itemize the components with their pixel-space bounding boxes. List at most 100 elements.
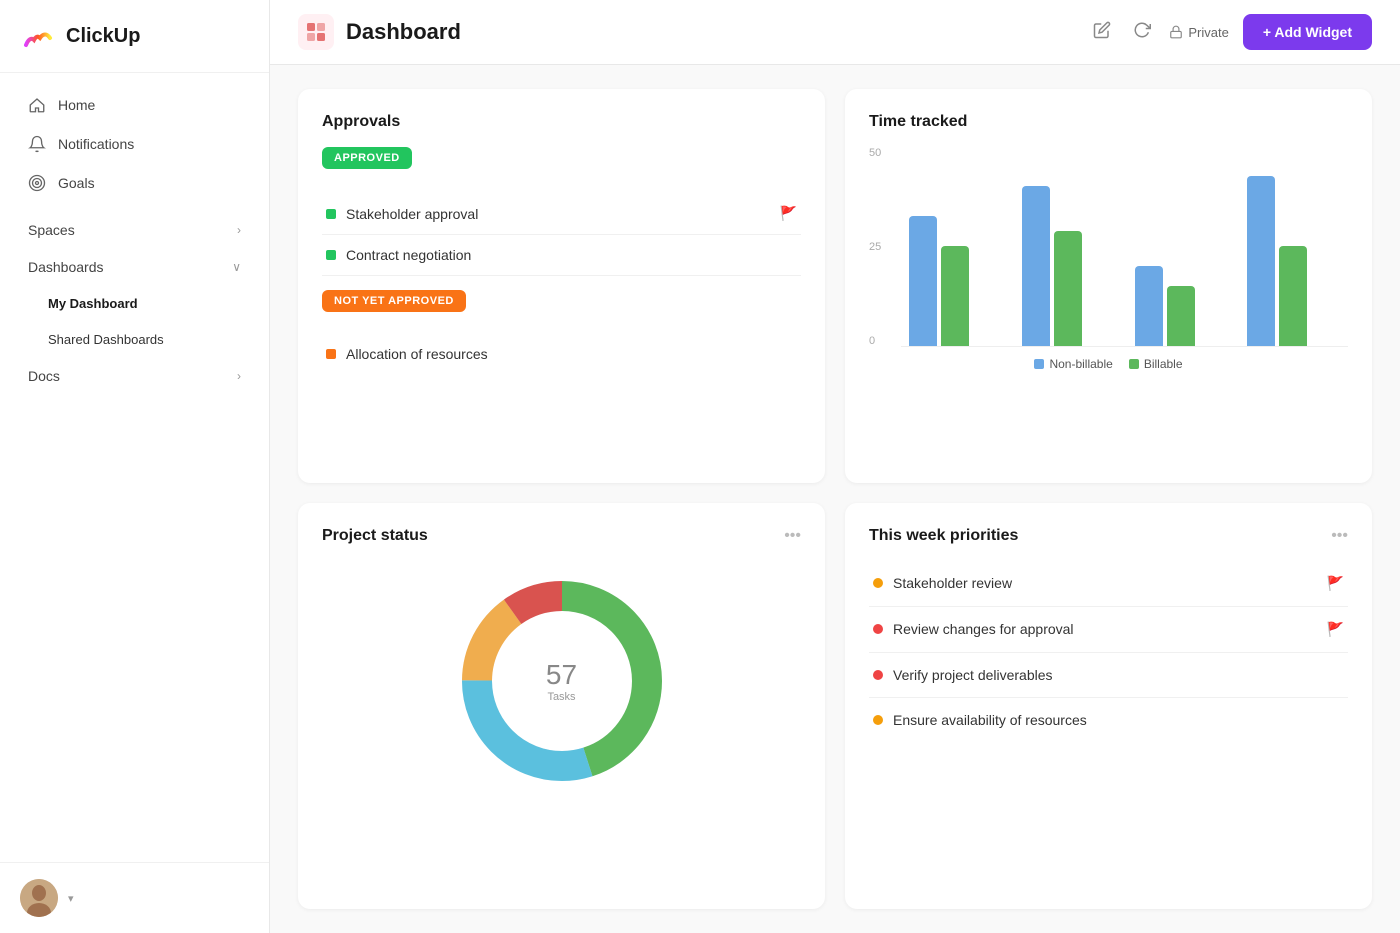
priority-label-2: Review changes for approval (893, 621, 1074, 637)
priorities-menu-button[interactable]: ••• (1331, 527, 1348, 545)
dashboard-grid-icon (305, 21, 327, 43)
sidebar-navigation: Home Notifications Goals Spaces › Dashbo… (0, 73, 269, 862)
sidebar-my-dashboard-label: My Dashboard (48, 296, 138, 311)
priority-item-stakeholder[interactable]: Stakeholder review 🚩 (869, 561, 1348, 607)
page-title: Dashboard (346, 19, 1077, 45)
logo-area: ClickUp (0, 0, 269, 73)
add-widget-button[interactable]: + Add Widget (1243, 14, 1372, 50)
private-indicator: Private (1169, 25, 1228, 40)
dashboard-icon-container (298, 14, 334, 50)
project-status-menu-button[interactable]: ••• (784, 527, 801, 545)
donut-task-count: 57 (546, 659, 577, 691)
user-avatar-image (20, 879, 58, 917)
approval-item-allocation[interactable]: Allocation of resources (322, 334, 801, 374)
bar-green-4 (1279, 246, 1307, 346)
donut-center: 57 Tasks (546, 659, 577, 703)
priority-flag-1: 🚩 (1327, 575, 1344, 592)
y-label-50: 50 (869, 147, 893, 159)
sidebar-item-dashboards[interactable]: Dashboards ∨ (8, 249, 261, 285)
bar-blue-4 (1247, 176, 1275, 346)
green-dot-icon (326, 209, 336, 219)
sidebar-item-goals[interactable]: Goals (8, 164, 261, 202)
sidebar: ClickUp Home Notifications Goals Spaces (0, 0, 270, 933)
bar-blue-1 (909, 216, 937, 346)
bar-group-1 (909, 216, 1002, 346)
legend-billable: Billable (1129, 357, 1183, 371)
home-icon (28, 96, 46, 114)
approvals-card: Approvals APPROVED Stakeholder approval … (298, 89, 825, 483)
priority-label-4: Ensure availability of resources (893, 712, 1087, 728)
y-axis: 0 25 50 (869, 147, 893, 347)
priority-dot-yellow-2 (873, 715, 883, 725)
bar-green-1 (941, 246, 969, 346)
priority-item-review-changes[interactable]: Review changes for approval 🚩 (869, 607, 1348, 653)
legend-label-billable: Billable (1144, 357, 1183, 371)
private-label: Private (1188, 25, 1228, 40)
bar-group-4 (1247, 176, 1340, 346)
chevron-down-icon: ∨ (232, 260, 241, 274)
bar-group-3 (1135, 266, 1228, 346)
dashboard-grid: Approvals APPROVED Stakeholder approval … (270, 65, 1400, 933)
approval-item-label: Stakeholder approval (346, 206, 478, 222)
not-approved-badge: NOT YET APPROVED (322, 290, 466, 312)
refresh-icon (1133, 21, 1151, 39)
pencil-button[interactable] (1089, 17, 1115, 48)
legend-label-non-billable: Non-billable (1049, 357, 1112, 371)
lock-icon (1169, 25, 1183, 39)
legend-non-billable: Non-billable (1034, 357, 1112, 371)
refresh-button[interactable] (1129, 17, 1155, 48)
sidebar-home-label: Home (58, 97, 95, 113)
priority-flag-2: 🚩 (1327, 621, 1344, 638)
sidebar-item-home[interactable]: Home (8, 86, 261, 124)
legend-dot-green (1129, 359, 1139, 369)
approval-item-label-3: Allocation of resources (346, 346, 488, 362)
priorities-title: This week priorities (869, 527, 1018, 545)
donut-wrapper: 57 Tasks (322, 561, 801, 801)
sidebar-goals-label: Goals (58, 175, 95, 191)
priority-item-availability[interactable]: Ensure availability of resources (869, 698, 1348, 742)
sidebar-item-my-dashboard[interactable]: My Dashboard (8, 286, 261, 321)
sidebar-item-docs[interactable]: Docs › (8, 358, 261, 394)
logo-text: ClickUp (66, 25, 140, 48)
priorities-card: This week priorities ••• Stakeholder rev… (845, 503, 1372, 910)
sidebar-item-notifications[interactable]: Notifications (8, 125, 261, 163)
topbar: Dashboard Private + (270, 0, 1400, 65)
bar-blue-2 (1022, 186, 1050, 346)
avatar-dropdown-icon: ▾ (68, 892, 74, 905)
project-status-title: Project status (322, 527, 428, 545)
sidebar-item-spaces[interactable]: Spaces › (8, 212, 261, 248)
sidebar-dashboards-label: Dashboards (28, 259, 104, 275)
approvals-title: Approvals (322, 113, 801, 131)
sidebar-notifications-label: Notifications (58, 136, 134, 152)
bell-icon (28, 135, 46, 153)
chevron-right-icon-docs: › (237, 369, 241, 383)
chevron-right-icon: › (237, 223, 241, 237)
time-tracked-card: Time tracked 0 25 50 (845, 89, 1372, 483)
clickup-logo-icon (20, 18, 56, 54)
bar-chart-area (901, 147, 1348, 347)
approval-item-contract[interactable]: Contract negotiation (322, 235, 801, 276)
project-status-header: Project status ••• (322, 527, 801, 545)
y-label-25: 25 (869, 241, 893, 253)
approval-item-label-2: Contract negotiation (346, 247, 471, 263)
chart-legend: Non-billable Billable (869, 357, 1348, 371)
flag-icon: 🚩 (780, 205, 797, 222)
legend-dot-blue (1034, 359, 1044, 369)
topbar-actions: Private + Add Widget (1089, 14, 1372, 50)
sidebar-bottom: ▾ (0, 862, 269, 933)
pencil-icon (1093, 21, 1111, 39)
sidebar-docs-label: Docs (28, 368, 60, 384)
priority-dot-red-1 (873, 624, 883, 634)
priority-dot-yellow-1 (873, 578, 883, 588)
time-tracked-title: Time tracked (869, 113, 1348, 131)
sidebar-spaces-label: Spaces (28, 222, 75, 238)
bar-green-2 (1054, 231, 1082, 346)
sidebar-item-shared-dashboards[interactable]: Shared Dashboards (8, 322, 261, 357)
y-label-0: 0 (869, 335, 893, 347)
priority-item-verify[interactable]: Verify project deliverables (869, 653, 1348, 698)
project-status-card: Project status ••• (298, 503, 825, 910)
avatar[interactable] (20, 879, 58, 917)
approval-item-stakeholder[interactable]: Stakeholder approval 🚩 (322, 193, 801, 235)
bar-blue-3 (1135, 266, 1163, 346)
priorities-header: This week priorities ••• (869, 527, 1348, 545)
